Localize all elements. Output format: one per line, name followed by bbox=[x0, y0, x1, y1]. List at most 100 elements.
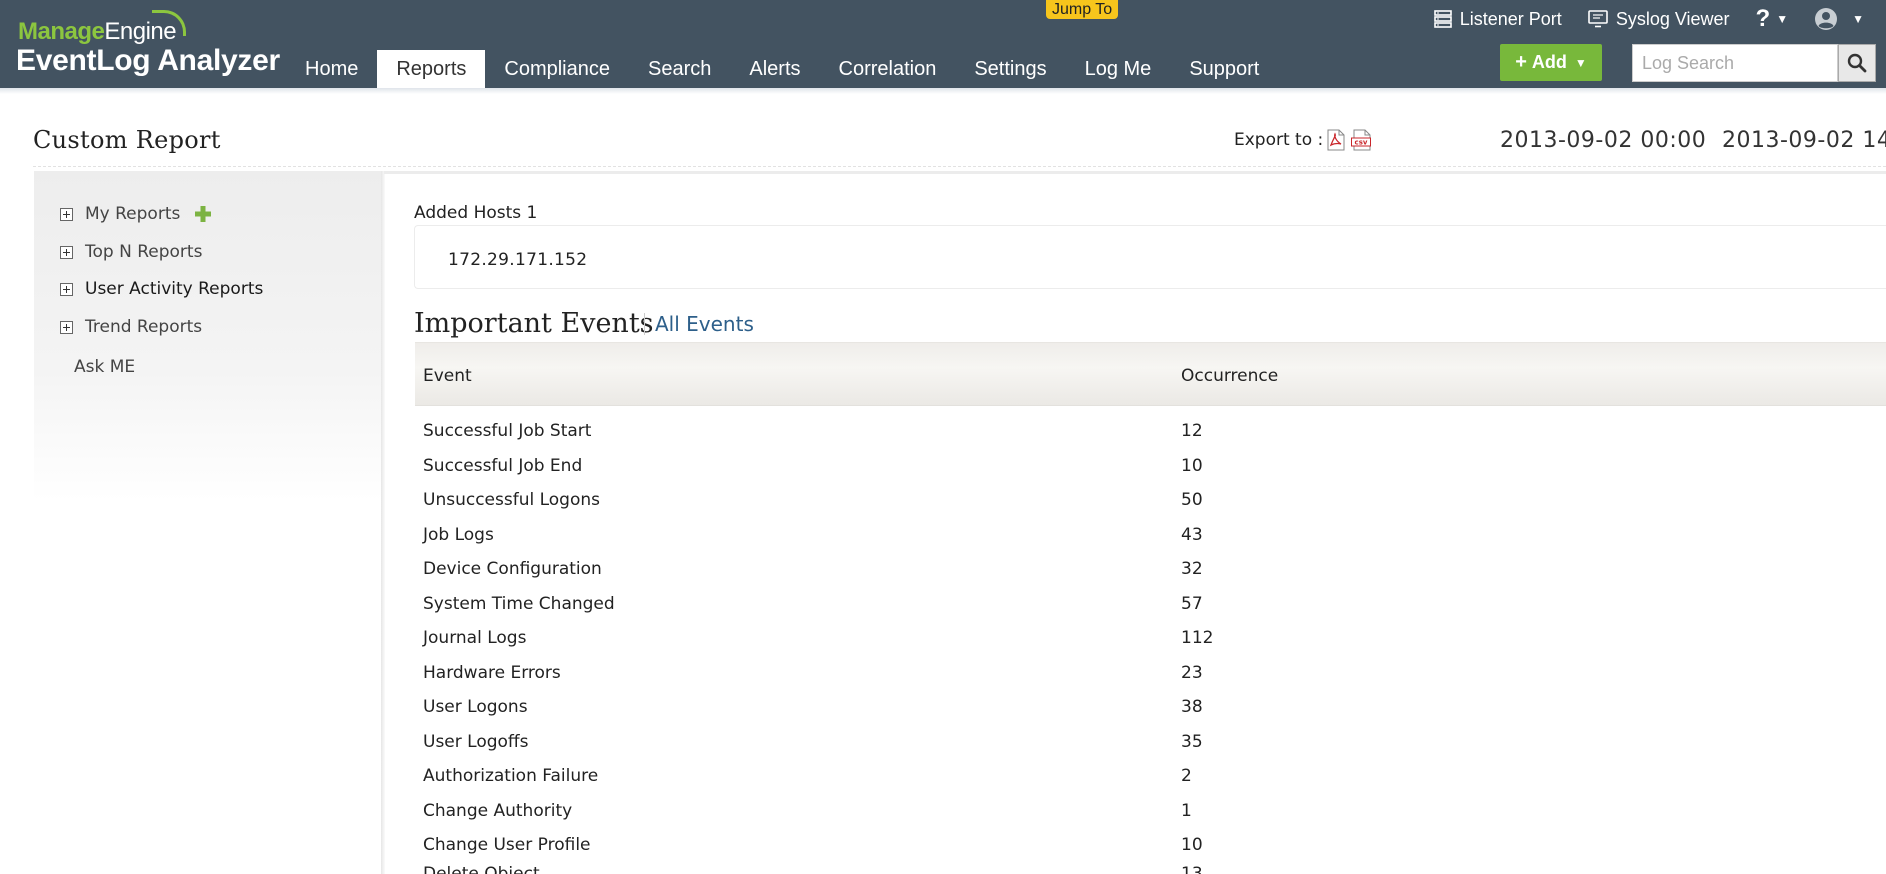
plus-icon: + bbox=[1515, 51, 1527, 73]
jump-to-button[interactable]: Jump To bbox=[1046, 0, 1119, 19]
table-row[interactable]: Delete Object 13 bbox=[415, 856, 1886, 874]
search-button[interactable] bbox=[1838, 44, 1876, 82]
tab-log-me[interactable]: Log Me bbox=[1066, 50, 1171, 88]
export-label: Export to : bbox=[1234, 130, 1324, 150]
event-occurrence: 12 bbox=[1181, 421, 1203, 441]
divider bbox=[33, 166, 1886, 167]
table-header bbox=[415, 342, 1886, 406]
table-row[interactable]: Successful Job Start 12 bbox=[415, 413, 1886, 447]
event-name[interactable]: User Logons bbox=[423, 697, 528, 717]
expand-icon[interactable] bbox=[60, 282, 73, 296]
added-hosts-label: Added Hosts 1 bbox=[414, 203, 538, 223]
log-search-input[interactable] bbox=[1632, 44, 1838, 82]
event-occurrence: 38 bbox=[1181, 697, 1203, 717]
help-menu[interactable]: ? ▼ bbox=[1756, 5, 1789, 33]
monitor-icon bbox=[1588, 10, 1608, 28]
table-row[interactable]: Job Logs 43 bbox=[415, 517, 1886, 551]
table-row[interactable]: User Logons 38 bbox=[415, 689, 1886, 723]
sidebar-item-trend-reports[interactable]: Trend Reports bbox=[60, 317, 202, 337]
listener-port-label: Listener Port bbox=[1459, 8, 1562, 29]
all-events-link[interactable]: All Events bbox=[655, 312, 754, 336]
tab-alerts[interactable]: Alerts bbox=[730, 50, 819, 88]
event-name[interactable]: Authorization Failure bbox=[423, 766, 598, 786]
table-row[interactable]: Hardware Errors 23 bbox=[415, 655, 1886, 689]
expand-icon[interactable] bbox=[60, 207, 73, 221]
event-name[interactable]: Unsuccessful Logons bbox=[423, 490, 600, 510]
svg-text:csv: csv bbox=[1355, 139, 1368, 147]
listener-port-link[interactable]: Listener Port bbox=[1433, 8, 1562, 30]
table-row[interactable]: Successful Job End 10 bbox=[415, 448, 1886, 482]
event-name[interactable]: Device Configuration bbox=[423, 559, 602, 579]
tab-settings[interactable]: Settings bbox=[955, 50, 1065, 88]
header-shadow bbox=[0, 88, 1886, 94]
help-icon: ? bbox=[1755, 5, 1771, 32]
top-tools: Listener Port Syslog Viewer ? ▼ ▼ bbox=[1433, 0, 1886, 38]
table-row[interactable]: Device Configuration 32 bbox=[415, 551, 1886, 585]
event-name[interactable]: Hardware Errors bbox=[423, 663, 561, 683]
pdf-icon[interactable] bbox=[1326, 129, 1346, 155]
expand-icon[interactable] bbox=[60, 320, 73, 334]
main-nav: Home Reports Compliance Search Alerts Co… bbox=[286, 50, 1278, 88]
column-header-occurrence[interactable]: Occurrence bbox=[1181, 366, 1278, 386]
logo-arc-icon bbox=[152, 10, 186, 36]
event-name[interactable]: Delete Object bbox=[423, 864, 540, 874]
server-icon bbox=[1433, 10, 1452, 28]
event-occurrence: 50 bbox=[1181, 490, 1203, 510]
tab-support[interactable]: Support bbox=[1170, 50, 1278, 88]
csv-icon[interactable]: csv bbox=[1351, 129, 1373, 155]
logo-product-name: EventLog Analyzer bbox=[16, 44, 280, 77]
sidebar: My Reports Top N Reports User Activity R… bbox=[34, 171, 382, 501]
sidebar-item-user-activity-reports[interactable]: User Activity Reports bbox=[60, 279, 263, 299]
add-button[interactable]: + Add ▼ bbox=[1500, 44, 1602, 81]
table-row[interactable]: System Time Changed 57 bbox=[415, 586, 1886, 620]
event-name[interactable]: Change User Profile bbox=[423, 835, 591, 855]
event-occurrence: 13 bbox=[1181, 864, 1203, 874]
sidebar-item-my-reports[interactable]: My Reports bbox=[60, 204, 212, 224]
add-report-icon[interactable] bbox=[194, 205, 212, 223]
event-name[interactable]: System Time Changed bbox=[423, 594, 615, 614]
host-ip: 172.29.171.152 bbox=[448, 250, 588, 270]
tab-search[interactable]: Search bbox=[629, 50, 730, 88]
event-occurrence: 1 bbox=[1181, 801, 1192, 821]
tab-home[interactable]: Home bbox=[286, 50, 377, 88]
sidebar-item-top-n-reports[interactable]: Top N Reports bbox=[60, 242, 202, 262]
date-range-start[interactable]: 2013-09-02 00:00 bbox=[1500, 128, 1706, 153]
title-separator bbox=[644, 313, 645, 335]
event-occurrence: 10 bbox=[1181, 835, 1203, 855]
event-occurrence: 43 bbox=[1181, 525, 1203, 545]
page-title: Custom Report bbox=[33, 126, 221, 154]
date-range-end[interactable]: 2013-09-02 14: bbox=[1722, 128, 1886, 153]
column-header-event[interactable]: Event bbox=[423, 366, 472, 386]
main-panel-border bbox=[384, 171, 1886, 174]
expand-icon[interactable] bbox=[60, 245, 73, 259]
event-name[interactable]: Journal Logs bbox=[423, 628, 526, 648]
user-avatar-icon bbox=[1815, 8, 1838, 30]
sidebar-item-label: Top N Reports bbox=[85, 242, 203, 262]
event-name[interactable]: Successful Job Start bbox=[423, 421, 591, 441]
table-row[interactable]: Unsuccessful Logons 50 bbox=[415, 482, 1886, 516]
event-occurrence: 2 bbox=[1181, 766, 1192, 786]
event-name[interactable]: Change Authority bbox=[423, 801, 572, 821]
event-name[interactable]: Job Logs bbox=[423, 525, 494, 545]
event-name[interactable]: Successful Job End bbox=[423, 456, 582, 476]
event-occurrence: 10 bbox=[1181, 456, 1203, 476]
tab-correlation[interactable]: Correlation bbox=[820, 50, 956, 88]
user-menu[interactable]: ▼ bbox=[1814, 7, 1864, 31]
sidebar-item-label: Trend Reports bbox=[85, 317, 203, 337]
tab-compliance[interactable]: Compliance bbox=[485, 50, 629, 88]
chevron-down-icon: ▼ bbox=[1574, 55, 1587, 70]
sidebar-item-label: My Reports bbox=[85, 204, 181, 224]
search-icon bbox=[1847, 53, 1867, 73]
event-occurrence: 32 bbox=[1181, 559, 1203, 579]
app-header: ManageEngine EventLog Analyzer Jump To H… bbox=[0, 0, 1886, 88]
event-name[interactable]: User Logoffs bbox=[423, 732, 529, 752]
table-row[interactable]: Authorization Failure 2 bbox=[415, 758, 1886, 792]
sidebar-item-label: User Activity Reports bbox=[85, 279, 264, 299]
tab-reports[interactable]: Reports bbox=[377, 50, 486, 88]
ask-me-link[interactable]: Ask ME bbox=[74, 357, 135, 377]
table-row[interactable]: Change Authority 1 bbox=[415, 793, 1886, 827]
event-occurrence: 57 bbox=[1181, 594, 1203, 614]
table-row[interactable]: Journal Logs 112 bbox=[415, 620, 1886, 654]
table-row[interactable]: User Logoffs 35 bbox=[415, 724, 1886, 758]
syslog-viewer-link[interactable]: Syslog Viewer bbox=[1588, 9, 1730, 30]
